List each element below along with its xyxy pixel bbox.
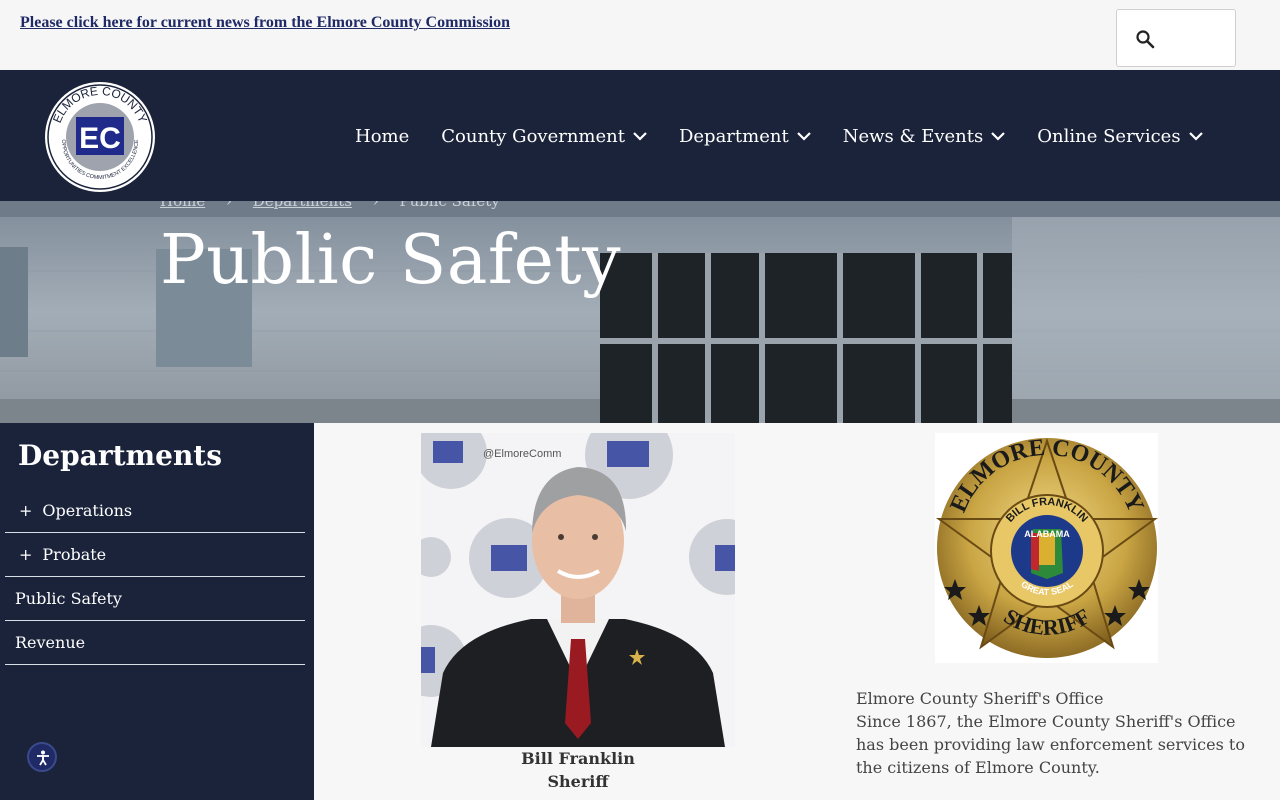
breadcrumb-home[interactable]: Home: [160, 201, 205, 210]
chevron-down-icon: [1188, 132, 1203, 141]
about-heading: Elmore County Sheriff's Office: [856, 689, 1104, 708]
county-logo[interactable]: EC ELMORE COUNTY OPPORTUNITIES COMMITMEN…: [44, 81, 156, 193]
sidebar-item-probate[interactable]: + Probate: [5, 533, 305, 577]
sidebar-item-label: Revenue: [15, 633, 86, 652]
sidebar-heading: Departments: [18, 439, 222, 472]
about-body: Since 1867, the Elmore County Sheriff's …: [856, 712, 1245, 777]
nav-county-government[interactable]: County Government: [441, 126, 647, 147]
breadcrumb-separator: ›: [372, 201, 379, 210]
hero-banner: Home › Departments › Public Safety Publi…: [0, 201, 1280, 423]
sidebar-item-label: Operations: [42, 501, 133, 520]
breadcrumb-separator: ›: [226, 201, 232, 210]
svg-text:EC: EC: [79, 122, 121, 155]
sheriff-photo: @ElmoreComm: [421, 433, 735, 747]
breadcrumb-current: Public Safety: [399, 201, 500, 210]
nav-online-services-label: Online Services: [1037, 126, 1181, 147]
sidebar-item-label: Public Safety: [15, 589, 122, 608]
main-content: @ElmoreComm Bill Franklin Sheriff ELMORE…: [314, 423, 1280, 800]
news-link[interactable]: Please click here for current news from …: [20, 14, 510, 32]
chevron-down-icon: [991, 132, 1006, 141]
svg-text:@ElmoreComm: @ElmoreComm: [483, 448, 561, 460]
sheriff-caption: Bill Franklin Sheriff: [421, 747, 735, 793]
page-title: Public Safety: [160, 221, 622, 300]
accessibility-button[interactable]: [27, 742, 57, 772]
nav-county-government-label: County Government: [441, 126, 625, 147]
top-bar: Please click here for current news from …: [0, 0, 1280, 70]
accessibility-icon: [37, 750, 49, 766]
sheriff-badge-graphic: ELMORE COUNTY BILL FRANKLIN ALABAMA GREA…: [935, 435, 1159, 658]
sidebar-item-label: Probate: [42, 545, 107, 564]
expand-plus-icon[interactable]: +: [19, 501, 32, 520]
search-button[interactable]: [1116, 9, 1236, 67]
departments-sidebar: Departments + Operations + Probate Publi…: [0, 423, 314, 800]
sidebar-item-operations[interactable]: + Operations: [5, 489, 305, 533]
nav-home-label: Home: [355, 126, 410, 147]
nav-department-label: Department: [678, 126, 789, 147]
sidebar-item-public-safety[interactable]: Public Safety: [5, 577, 305, 621]
sheriff-portrait-image: @ElmoreComm: [421, 433, 735, 747]
expand-plus-icon[interactable]: +: [19, 545, 32, 564]
chevron-down-icon: [796, 132, 811, 141]
nav-news-events-label: News & Events: [842, 126, 984, 147]
main-nav: Home County Government Department News &…: [355, 126, 1203, 147]
search-icon: [1136, 30, 1155, 49]
nav-department[interactable]: Department: [679, 126, 811, 147]
nav-online-services[interactable]: Online Services: [1037, 126, 1203, 147]
nav-home[interactable]: Home: [355, 126, 409, 147]
sidebar-menu: + Operations + Probate Public Safety Rev…: [5, 489, 305, 665]
sidebar-item-revenue[interactable]: Revenue: [5, 621, 305, 665]
chevron-down-icon: [633, 132, 647, 141]
svg-text:ALABAMA: ALABAMA: [1024, 529, 1070, 539]
sheriff-badge-image: ELMORE COUNTY BILL FRANKLIN ALABAMA GREA…: [935, 433, 1159, 663]
sheriff-title: Sheriff: [547, 772, 609, 791]
nav-news-events[interactable]: News & Events: [843, 126, 1006, 147]
site-header: EC ELMORE COUNTY OPPORTUNITIES COMMITMEN…: [0, 70, 1280, 201]
breadcrumb-departments[interactable]: Departments: [253, 201, 352, 210]
breadcrumb: Home › Departments › Public Safety: [160, 201, 500, 210]
sheriff-name: Bill Franklin: [521, 749, 635, 768]
about-sheriff-office: Elmore County Sheriff's Office Since 186…: [856, 687, 1246, 779]
